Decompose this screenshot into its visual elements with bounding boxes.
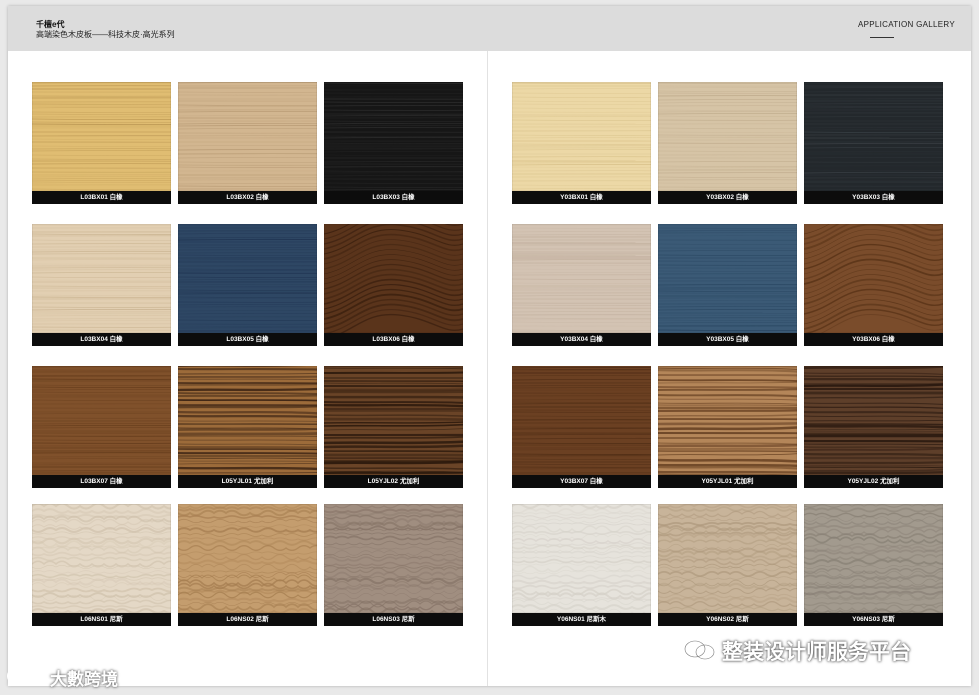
left-watermark-text: 大數跨境 xyxy=(50,670,118,689)
swatch-card: Y03BX04 白橡 xyxy=(511,223,652,346)
swatch-card: Y03BX02 白橡 xyxy=(657,81,798,204)
swatch-code-label: L06NS02 尼斯 xyxy=(178,613,317,626)
wood-veneer-swatch xyxy=(657,365,798,476)
swatch-code-label: Y03BX03 白橡 xyxy=(804,191,943,204)
swatch-card: L03BX07 白橡 xyxy=(31,365,172,488)
swatch-code-label: Y06NS02 尼斯 xyxy=(658,613,797,626)
swatch-card: L03BX02 白橡 xyxy=(177,81,318,204)
swatch-code-label: Y03BX06 白橡 xyxy=(804,333,943,346)
swatch-code-label: Y06NS01 尼斯木 xyxy=(512,613,651,626)
brand-subtitle: 高端染色木皮板——科技木皮·高光系列 xyxy=(36,30,175,39)
wood-veneer-swatch xyxy=(323,81,464,192)
swatch-card: L03BX06 白橡 xyxy=(323,209,464,346)
swatch-code-label: L06NS03 尼斯 xyxy=(324,613,463,626)
wood-veneer-swatch xyxy=(803,365,944,476)
wood-veneer-swatch xyxy=(177,503,323,615)
swatch-card: L03BX05 白橡 xyxy=(177,223,318,346)
title-underline xyxy=(870,37,894,38)
wood-veneer-swatch xyxy=(803,209,944,340)
swatch-card: L06NS02 尼斯 xyxy=(177,503,323,626)
wood-veneer-swatch xyxy=(323,209,464,340)
wood-veneer-swatch xyxy=(511,223,652,334)
wood-veneer-swatch xyxy=(31,365,172,476)
catalog-spread: 千檀e代 高端染色木皮板——科技木皮·高光系列 APPLICATION GALL… xyxy=(8,6,971,686)
wood-veneer-swatch xyxy=(177,223,318,334)
wood-veneer-swatch xyxy=(657,503,803,614)
gallery-title: APPLICATION GALLERY xyxy=(858,20,955,29)
swatch-card: Y03BX06 白橡 xyxy=(803,209,944,346)
swatch-code-label: L03BX02 白橡 xyxy=(178,191,317,204)
swatch-code-label: Y06NS03 尼斯 xyxy=(804,613,943,626)
swatch-card: Y03BX03 白橡 xyxy=(803,81,944,204)
page-gutter xyxy=(487,51,488,686)
platform-watermark-text: 整装设计师服务平台 xyxy=(722,641,911,664)
lang-logo-icon xyxy=(7,668,42,684)
swatch-card: L03BX01 白橡 xyxy=(31,81,172,204)
swatch-card: L05YJL01 尤加利 xyxy=(177,363,318,488)
swatch-card: L06NS03 尼斯 xyxy=(323,503,469,626)
swatch-code-label: Y03BX05 白橡 xyxy=(658,333,797,346)
swatch-card: Y06NS03 尼斯 xyxy=(803,503,949,626)
swatch-card: Y06NS02 尼斯 xyxy=(657,503,803,626)
wood-veneer-swatch xyxy=(177,81,318,192)
wood-veneer-swatch xyxy=(323,365,464,476)
swatch-code-label: Y05YJL02 尤加利 xyxy=(804,475,943,488)
swatch-code-label: L05YJL02 尤加利 xyxy=(324,475,463,488)
swatch-card: L05YJL02 尤加利 xyxy=(323,365,464,488)
swatch-code-label: Y03BX07 白橡 xyxy=(512,475,651,488)
wood-veneer-swatch xyxy=(323,503,469,615)
wood-veneer-swatch xyxy=(511,365,652,476)
swatch-code-label: L03BX06 白橡 xyxy=(324,333,463,346)
swatch-card: Y06NS01 尼斯木 xyxy=(511,503,657,626)
wood-veneer-swatch xyxy=(31,223,172,334)
swatch-code-label: L03BX04 白橡 xyxy=(32,333,171,346)
swatch-code-label: L05YJL01 尤加利 xyxy=(178,475,317,488)
wood-veneer-swatch xyxy=(511,503,657,616)
swatch-card: Y03BX07 白橡 xyxy=(511,365,652,488)
wood-veneer-swatch xyxy=(31,502,177,614)
swatch-card: Y03BX01 白橡 xyxy=(511,81,652,204)
wood-veneer-swatch xyxy=(803,81,944,192)
swatch-code-label: Y03BX02 白橡 xyxy=(658,191,797,204)
swatch-code-label: L03BX03 白橡 xyxy=(324,191,463,204)
wood-veneer-swatch xyxy=(511,81,652,192)
wood-veneer-swatch xyxy=(803,503,949,614)
swatch-code-label: Y03BX01 白橡 xyxy=(512,191,651,204)
wood-veneer-swatch xyxy=(657,81,798,192)
swatch-card: Y05YJL01 尤加利 xyxy=(657,365,798,488)
wood-veneer-swatch xyxy=(657,223,798,334)
wood-veneer-swatch xyxy=(31,81,172,192)
wood-veneer-swatch xyxy=(177,363,318,476)
swatch-card: Y05YJL02 尤加利 xyxy=(803,365,944,488)
swatch-code-label: Y03BX04 白橡 xyxy=(512,333,651,346)
swatch-code-label: L03BX05 白橡 xyxy=(178,333,317,346)
swatch-card: L06NS01 尼斯 xyxy=(31,502,177,626)
swatch-card: L03BX04 白橡 xyxy=(31,223,172,346)
swatch-code-label: L03BX07 白橡 xyxy=(32,475,171,488)
header-band: 千檀e代 高端染色木皮板——科技木皮·高光系列 APPLICATION GALL… xyxy=(8,6,971,51)
swatch-code-label: Y05YJL01 尤加利 xyxy=(658,475,797,488)
swatch-card: L03BX03 白橡 xyxy=(323,81,464,204)
swatch-code-label: L06NS01 尼斯 xyxy=(32,613,171,626)
wechat-icon xyxy=(684,640,715,660)
swatch-card: Y03BX05 白橡 xyxy=(657,223,798,346)
swatch-code-label: L03BX01 白橡 xyxy=(32,191,171,204)
